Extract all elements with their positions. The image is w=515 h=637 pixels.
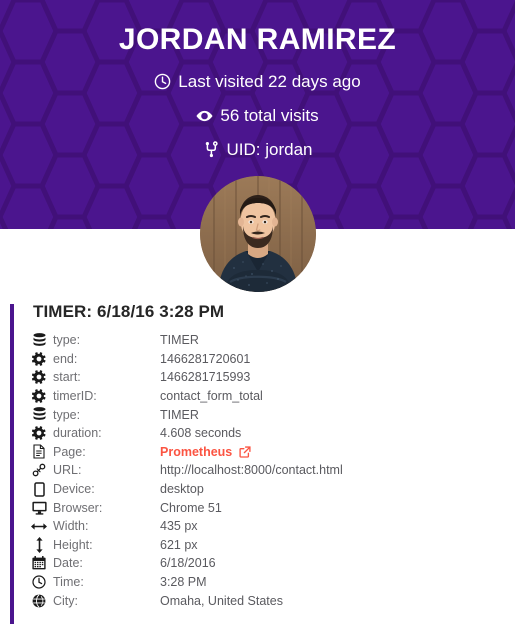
detail-row-value-text: 6/18/2016 [160,556,216,571]
detail-row-value-text: TIMER [160,333,199,348]
database-icon [25,332,53,348]
detail-row-value-text: contact_form_total [160,389,263,404]
detail-row-value-text: desktop [160,482,204,497]
detail-row-value-text: TIMER [160,407,199,422]
detail-row: type: TIMER [25,405,515,424]
detail-row-label: duration: [53,426,102,441]
page-title: JORDAN RAMIREZ [118,23,397,56]
detail-row-label: URL: [53,463,82,478]
detail-row-value: 435 px [160,519,198,533]
card-accent-bar [10,304,14,624]
detail-row-label: type: [53,407,81,422]
detail-row: Device: desktop [25,480,515,499]
detail-row-value: Chrome 51 [160,501,222,515]
detail-row-label: Time: [53,575,84,590]
file-icon [25,444,53,459]
stat-uid: UID: jordan [0,141,515,158]
detail-row-label: Device: [53,482,95,497]
stat-last-visited: Last visited 22 days ago [0,73,515,90]
detail-row-label: end: [53,351,78,366]
detail-row-value: 621 px [160,538,198,552]
avatar [199,176,316,292]
globe-icon [25,594,53,608]
detail-row-value: TIMER [160,408,199,422]
gear-icon [25,352,53,366]
detail-row: Height: 621 px [25,536,515,555]
detail-row-label: Width: [53,519,89,534]
detail-row-value: desktop [160,482,204,496]
detail-row-label: City: [53,593,78,608]
detail-row-label: start: [53,370,81,385]
detail-row-value: http://localhost:8000/contact.html [160,463,343,477]
detail-row: end: 1466281720601 [25,350,515,369]
detail-row: type: TIMER [25,331,515,350]
detail-row: URL: http://localhost:8000/contact.html [25,461,515,480]
detail-row-value-text: 1466281715993 [160,370,251,385]
gear-icon [25,370,53,385]
detail-row-value-text: 435 px [160,519,198,534]
stat-last-visited-text: Last visited 22 days ago [178,72,361,91]
detail-row-value: 6/18/2016 [160,556,216,570]
detail-row-value-text: 621 px [160,537,198,552]
detail-row-label: Date: [53,556,83,571]
mobile-icon [25,481,53,497]
detail-row: Time: 3:28 PM [25,573,515,592]
detail-row: start: 1466281715993 [25,368,515,387]
gear-icon [25,426,53,441]
detail-row-value: contact_form_total [160,389,263,403]
arrows-v-icon [25,536,53,553]
detail-row: Page: Prometheus [25,443,515,462]
detail-row-value: 4.608 seconds [160,426,241,440]
detail-row-label: Page: [53,444,86,459]
timer-detail-card: TIMER: 6/18/16 3:28 PM type: TIMER end: 146… [0,302,515,624]
link-icon [25,463,53,477]
detail-row-label: Browser: [53,500,103,515]
detail-row-value-text: 1466281720601 [160,351,251,366]
detail-row: Date: 6/18/2016 [25,554,515,573]
detail-row-label: Height: [53,537,93,552]
detail-row: Width: 435 px [25,517,515,536]
detail-row: timerID: contact_form_total [25,387,515,406]
detail-row: City: Omaha, United States [25,591,515,610]
calendar-icon [25,556,53,570]
database-icon [25,407,53,422]
eye-icon [196,107,213,124]
stat-total-visits-text: 56 total visits [220,106,319,125]
detail-row: duration: 4.608 seconds [25,424,515,443]
detail-row-link[interactable]: Prometheus [160,445,251,459]
card-title: TIMER: 6/18/16 3:28 PM [33,302,225,321]
detail-row-value-text: 3:28 PM [160,575,207,590]
detail-row-label: timerID: [53,389,97,404]
detail-rows-list: type: TIMER end: 1466281720601 start: 1466281… [25,331,515,610]
detail-row-value: 1466281715993 [160,370,250,384]
hero-content: JORDAN RAMIREZ Last visited 22 days ago … [0,0,515,158]
detail-row-value: 1466281720601 [160,352,250,366]
detail-row-value-text: 4.608 seconds [160,426,242,441]
detail-row-value-text: http://localhost:8000/contact.html [160,463,343,478]
stat-uid-text: UID: jordan [226,140,313,159]
profile-hero: JORDAN RAMIREZ Last visited 22 days ago … [0,0,515,292]
gear-icon [25,389,53,403]
detail-row-value: 3:28 PM [160,575,207,589]
arrows-h-icon [25,521,53,532]
detail-row-value-text: Omaha, United States [160,593,283,608]
detail-row-value-text: Chrome 51 [160,500,222,515]
external-link-icon[interactable] [239,446,251,458]
code-fork-icon [203,141,220,158]
stat-total-visits: 56 total visits [0,107,515,124]
detail-row-value: Omaha, United States [160,594,283,608]
detail-row-value-text: Prometheus [160,444,233,459]
detail-row: Browser: Chrome 51 [25,498,515,517]
desktop-icon [25,501,53,515]
clock-icon [154,73,171,90]
detail-row-label: type: [53,333,81,348]
clock-icon [25,575,53,589]
detail-row-value: TIMER [160,333,199,347]
